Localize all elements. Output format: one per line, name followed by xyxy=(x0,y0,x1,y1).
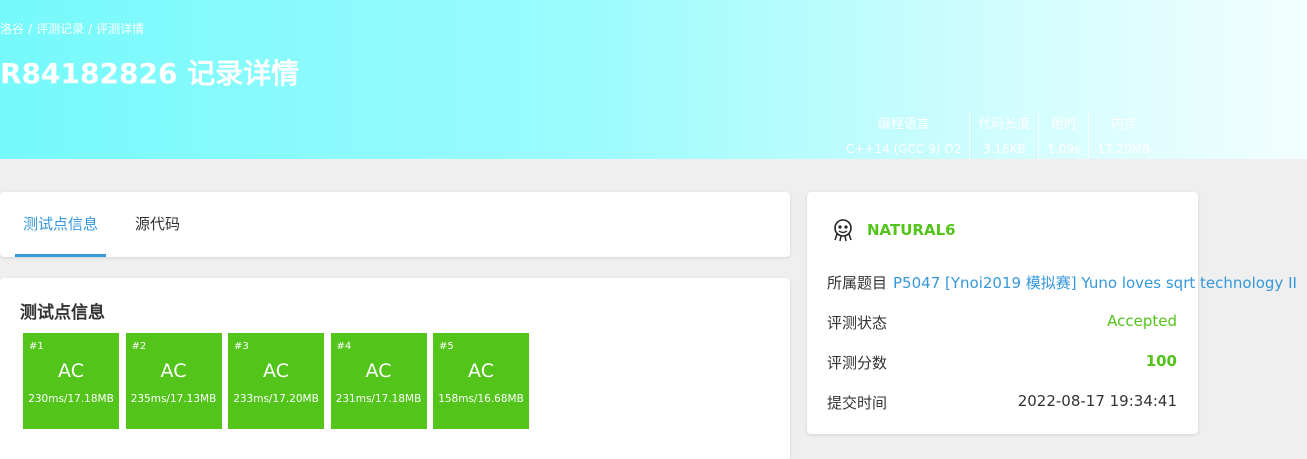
score-value: 100 xyxy=(1145,352,1177,370)
stat-language: 编程语言 C++14 (GCC 9) O2 xyxy=(838,112,969,159)
breadcrumb-records[interactable]: 评测记录 xyxy=(36,22,84,36)
testcase-result: AC xyxy=(263,360,289,382)
stat-label: 用时 xyxy=(1050,117,1077,132)
testcase-result: AC xyxy=(160,360,187,382)
info-row-score: 评测分数 100 xyxy=(827,352,1177,373)
stat-code-length: 代码长度 3.16KB xyxy=(969,112,1038,159)
stat-value: 17.20MB xyxy=(1097,142,1151,156)
testcase-number: #5 xyxy=(439,341,454,352)
tab-testcases[interactable]: 测试点信息 xyxy=(14,192,107,257)
testcase-result: AC xyxy=(58,360,84,382)
info-label: 评测状态 xyxy=(827,314,888,332)
testcase-tile[interactable]: #3 AC 233ms/17.20MB xyxy=(228,333,324,429)
testcase-tile[interactable]: #5 AC 158ms/16.68MB xyxy=(433,333,529,429)
stat-value: 1.09s xyxy=(1047,142,1081,156)
page-title: R84182826 记录详情 xyxy=(0,57,300,90)
info-row-submit-time: 提交时间 2022-08-17 19:34:41 xyxy=(827,392,1177,413)
testcase-number: #3 xyxy=(234,341,249,352)
stat-label: 代码长度 xyxy=(978,117,1031,132)
page-header: 洛谷 / 评测记录 / 评测详情 R84182826 记录详情 编程语言 C++14 (… xyxy=(0,0,1307,159)
record-stats: 编程语言 C++14 (GCC 9) O2 代码长度 3.16KB 用时 1.0… xyxy=(838,112,1158,159)
testcase-detail: 235ms/17.13MB xyxy=(130,393,217,405)
record-info-panel: NATURAL6 所属题目 P5047 [Ynoi2019 模拟赛] Yuno l… xyxy=(807,192,1297,434)
tab-bar: 测试点信息 源代码 xyxy=(0,192,790,257)
tab-source-code[interactable]: 源代码 xyxy=(135,192,180,257)
stat-value: C++14 (GCC 9) O2 xyxy=(846,142,962,156)
username-link[interactable]: NATURAL6 xyxy=(867,221,956,239)
testcase-panel: 测试点信息 #1 AC 230ms/17.18MB #2 AC 235ms/17… xyxy=(0,278,790,459)
testcase-detail: 230ms/17.18MB xyxy=(28,393,114,405)
testcase-result: AC xyxy=(365,360,392,382)
info-label: 评测分数 xyxy=(827,354,888,372)
info-label: 提交时间 xyxy=(827,394,888,412)
testcase-tile[interactable]: #1 AC 230ms/17.18MB xyxy=(23,333,119,429)
stat-value: 3.16KB xyxy=(982,142,1026,156)
testcase-number: #1 xyxy=(29,341,44,352)
avatar-icon[interactable] xyxy=(831,218,855,242)
testcase-detail: 231ms/17.18MB xyxy=(335,393,422,405)
breadcrumb: 洛谷 / 评测记录 / 评测详情 xyxy=(0,22,145,36)
stat-label: 内存 xyxy=(1110,117,1137,132)
problem-link[interactable]: P5047 [Ynoi2019 模拟赛] Yuno loves sqrt tec… xyxy=(893,274,1297,292)
testcase-tile[interactable]: #2 AC 235ms/17.13MB xyxy=(125,333,222,429)
info-label: 所属题目 xyxy=(827,274,888,292)
breadcrumb-current: 评测详情 xyxy=(96,22,145,36)
testcase-number: #4 xyxy=(336,341,352,352)
testcase-panel-title: 测试点信息 xyxy=(20,303,105,323)
testcase-list: #1 AC 230ms/17.18MB #2 AC 235ms/17.13MB … xyxy=(23,333,536,429)
testcase-number: #2 xyxy=(131,341,147,352)
testcase-tile[interactable]: #4 AC 231ms/17.18MB xyxy=(330,333,427,429)
stat-label: 编程语言 xyxy=(877,117,930,132)
user-row: NATURAL6 xyxy=(831,218,956,242)
info-row-status: 评测状态 Accepted xyxy=(827,312,1177,333)
stat-memory: 内存 17.20MB xyxy=(1088,112,1158,159)
testcase-detail: 233ms/17.20MB xyxy=(233,393,319,405)
breadcrumb-home[interactable]: 洛谷 xyxy=(0,22,24,36)
stat-time: 用时 1.09s xyxy=(1038,112,1088,159)
info-row-problem: 所属题目 P5047 [Ynoi2019 模拟赛] Yuno loves sqrt… xyxy=(827,272,1297,293)
submit-time-value: 2022-08-17 19:34:41 xyxy=(1017,392,1177,410)
testcase-result: AC xyxy=(468,360,494,382)
status-value: Accepted xyxy=(1107,312,1177,330)
testcase-detail: 158ms/16.68MB xyxy=(438,393,524,405)
